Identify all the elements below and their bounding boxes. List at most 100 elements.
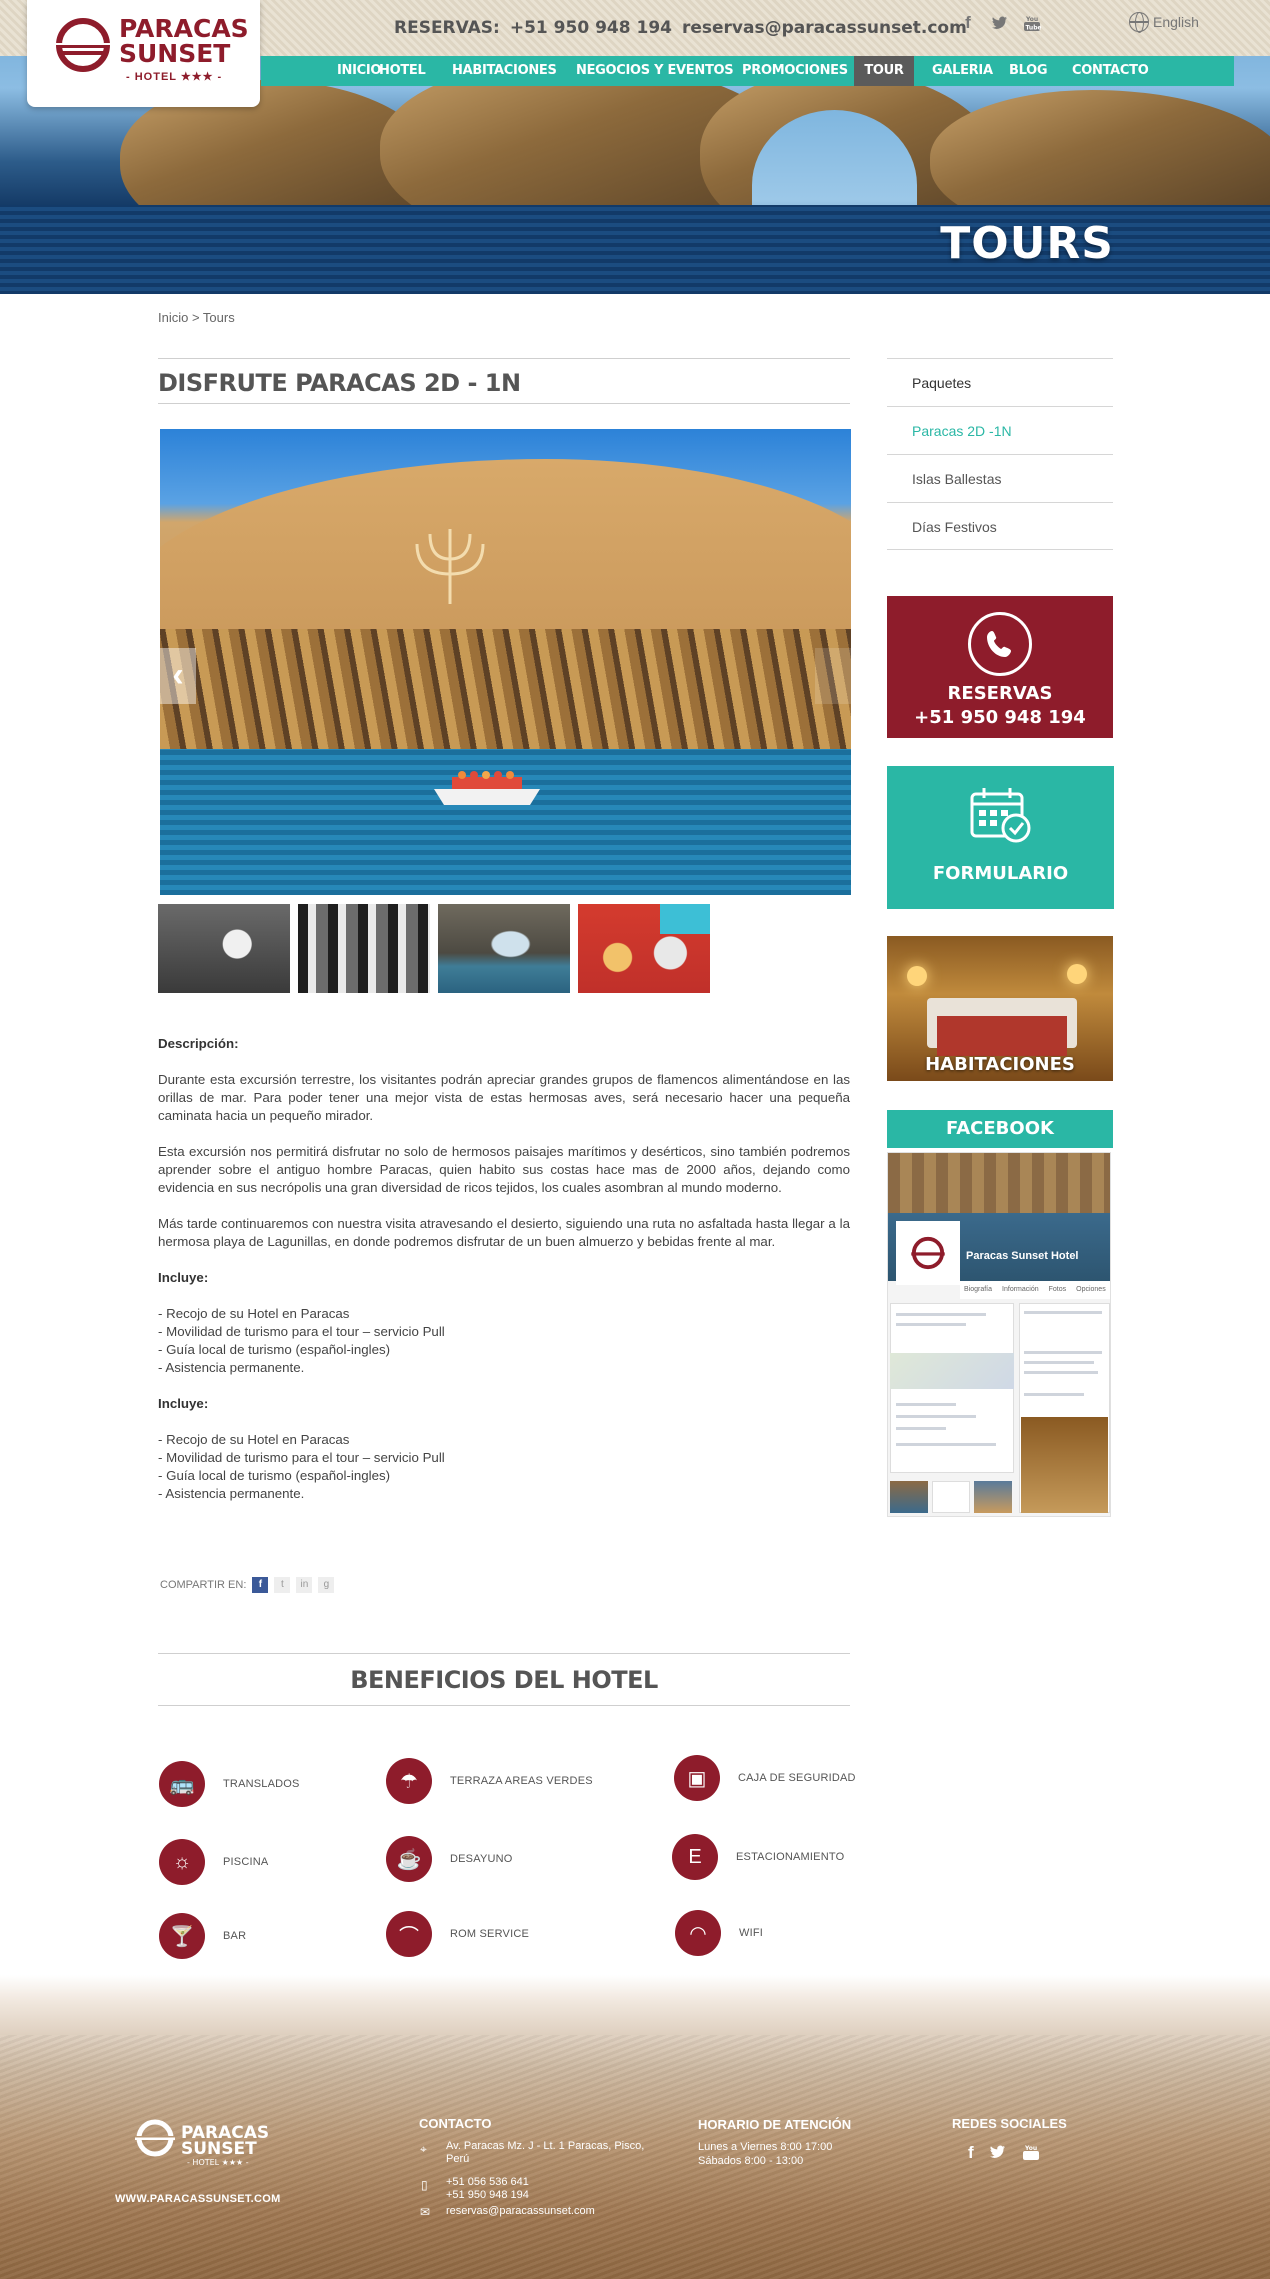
fb-text-line [896,1415,976,1418]
reservas-box[interactable]: RESERVAS +51 950 948 194 [887,596,1113,738]
globe-icon [1129,12,1149,33]
main-navigation: INICIO HOTEL HABITACIONES NEGOCIOS Y EVE… [261,56,1234,86]
benefit-label: CAJA DE SEGURIDAD [738,1772,856,1784]
benefit-room-service: ⌒ ROM SERVICE [386,1911,529,1957]
fb-tab[interactable]: Fotos [1049,1281,1067,1299]
fb-text-line [896,1313,986,1316]
footer-social-links: f You [968,2143,1040,2166]
svg-text:SUNSET: SUNSET [181,2139,257,2159]
benefit-label: PISCINA [223,1856,269,1868]
breadcrumb[interactable]: Inicio > Tours [158,310,235,325]
footer-website[interactable]: WWW.PARACASSUNSET.COM [115,2193,281,2205]
footer-logo[interactable]: PARACAS SUNSET - HOTEL ★★★ - [133,2116,283,2166]
slider-next-button[interactable] [815,648,851,704]
thumbnail-food[interactable] [578,904,710,993]
sidebar-item-dias-festivos[interactable]: Días Festivos [887,502,1113,550]
benefit-translados: 🚌 TRANSLADOS [159,1761,300,1807]
fb-tab[interactable]: Opciones [1076,1281,1106,1299]
nav-galeria[interactable]: GALERIA [914,56,1009,86]
header-email[interactable]: reservas@paracassunset.com [682,18,967,38]
benefit-label: DESAYUNO [450,1853,513,1865]
description-paragraph: Durante esta excursión terrestre, los vi… [158,1072,850,1123]
beneficios-title: BENEFICIOS DEL HOTEL [350,1666,658,1694]
footer-phone-2[interactable]: +51 950 948 194 [446,2189,529,2202]
description-heading: Descripción: [158,1036,239,1051]
share-facebook-icon[interactable]: f [252,1577,269,1593]
fb-tab[interactable]: Información [1002,1281,1039,1299]
formulario-box[interactable]: FORMULARIO [887,766,1114,909]
includes-item: - Recojo de su Hotel en Paracas [158,1306,350,1321]
bed-cover [937,1016,1067,1056]
benefit-label: TERRAZA AREAS VERDES [450,1775,593,1787]
habitaciones-box[interactable]: HABITACIONES [887,936,1113,1081]
habitaciones-label: HABITACIONES [925,1054,1075,1075]
language-label: English [1153,14,1199,30]
description-paragraph: Esta excursión nos permitirá disfrutar n… [158,1144,850,1195]
footer-horario-weekdays: Lunes a Viernes 8:00 17:00 [698,2141,833,2153]
beneficios-title-bar: BENEFICIOS DEL HOTEL [158,1653,850,1706]
benefit-piscina: ☼ PISCINA [159,1839,268,1885]
site-logo[interactable]: PARACAS SUNSET - HOTEL ★★★ - [27,0,260,107]
nav-tour[interactable]: TOUR [854,56,914,86]
share-twitter-icon[interactable]: t [274,1577,291,1593]
nav-negocios-eventos[interactable]: NEGOCIOS Y EVENTOS [576,56,742,86]
includes-list: - Recojo de su Hotel en Paracas - Movili… [158,1305,850,1377]
fb-text-line [1024,1371,1098,1374]
fb-tab[interactable]: Biografía [964,1281,992,1299]
slider-prev-button[interactable]: ‹ [160,648,196,704]
reservas-label: RESERVAS: [394,18,500,38]
header-phone[interactable]: +51 950 948 194 [510,18,672,38]
tour-boat [434,771,540,805]
slider-thumbnails [158,904,710,993]
sidebar-item-islas-ballestas[interactable]: Islas Ballestas [887,454,1113,502]
footer-redes-title: REDES SOCIALES [952,2116,1067,2131]
facebook-page-widget[interactable]: Paracas Sunset Hotel Biografía Informaci… [887,1152,1111,1517]
benefit-label: WIFI [739,1927,764,1939]
svg-text:Tube: Tube [1026,25,1042,32]
coffee-icon: ☕ [386,1836,432,1882]
reservation-info: RESERVAS: +51 950 948 194 reservas@paracas… [394,18,977,38]
fb-text-line [896,1403,956,1406]
benefit-label: BAR [223,1930,247,1942]
formulario-label: FORMULARIO [932,863,1069,884]
nav-promociones[interactable]: PROMOCIONES [742,56,854,86]
nav-habitaciones[interactable]: HABITACIONES [452,56,576,86]
parking-icon: E [672,1834,718,1880]
sidebar-item-paracas-2d-1n[interactable]: Paracas 2D -1N [887,406,1113,454]
footer-phone-1[interactable]: +51 056 536 641 [446,2176,529,2189]
page-hero-title: TOURS [940,218,1114,269]
thumbnail-penguins[interactable] [298,904,430,993]
nav-inicio[interactable]: INICIO [261,56,381,86]
sidebar-item-paquetes[interactable]: Paquetes [887,358,1113,406]
footer-address: Av. Paracas Mz. J - Lt. 1 Paracas, Pisco… [446,2140,645,2165]
includes-heading: Incluye: [158,1270,209,1285]
fb-text-line [1024,1361,1094,1364]
svg-text:- HOTEL ★★★ -: - HOTEL ★★★ - [187,2158,249,2166]
includes-list: - Recojo de su Hotel en Paracas - Movili… [158,1431,850,1503]
share-linkedin-icon[interactable]: in [296,1577,313,1593]
fb-tabs: Biografía Información Fotos Opciones [960,1281,1110,1299]
nav-hotel[interactable]: HOTEL [379,56,452,86]
facebook-icon[interactable]: f [968,2143,974,2166]
phone-icon [968,612,1032,676]
nav-contacto[interactable]: CONTACTO [1072,56,1149,86]
thumbnail-cave[interactable] [438,904,570,993]
benefit-wifi: ◠ WIFI [675,1910,763,1956]
nav-blog[interactable]: BLOG [1009,56,1072,86]
twitter-icon[interactable] [991,14,1009,32]
tour-sidebar-menu: Paquetes Paracas 2D -1N Islas Ballestas … [887,358,1113,550]
main-title-bar: DISFRUTE PARACAS 2D - 1N [158,358,850,404]
youtube-icon[interactable]: Tube You [1023,14,1042,32]
twitter-icon[interactable] [989,2143,1007,2166]
thumbnail-seagull[interactable] [158,904,290,993]
fb-text-line [896,1427,946,1430]
tour-image-slider[interactable] [160,429,851,895]
youtube-icon[interactable]: You [1022,2143,1040,2166]
footer-email[interactable]: reservas@paracassunset.com [446,2205,595,2218]
footer-horario-title: HORARIO DE ATENCIÓN [698,2117,852,2132]
facebook-icon[interactable]: f [959,14,977,32]
page-title: DISFRUTE PARACAS 2D - 1N [158,369,521,397]
share-google-icon[interactable]: g [318,1577,335,1593]
language-switch[interactable]: English [1129,12,1199,33]
candelabra-geoglyph [415,529,485,604]
